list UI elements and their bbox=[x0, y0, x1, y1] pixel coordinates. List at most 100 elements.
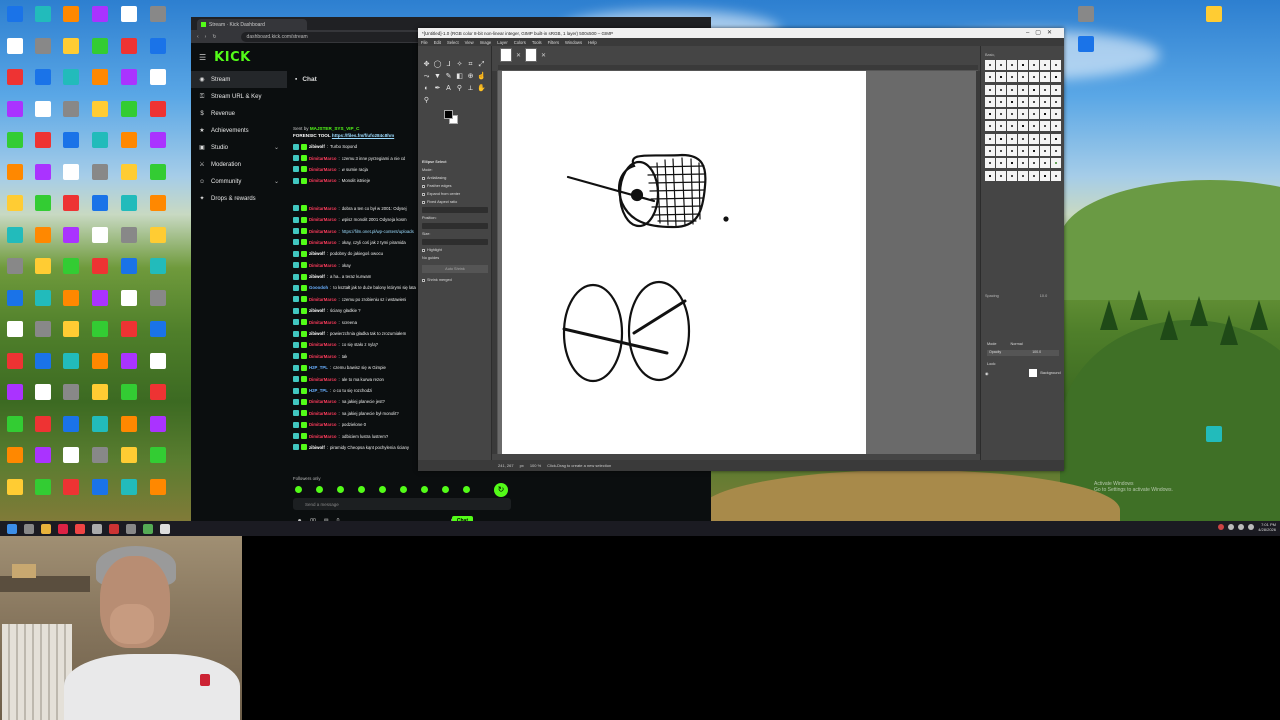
chat-username[interactable]: H2P_TPL bbox=[309, 365, 328, 370]
zoom-select[interactable]: 100 % bbox=[530, 463, 541, 468]
desktop-shortcut-icon[interactable] bbox=[146, 226, 170, 257]
desktop-shortcut-icon[interactable] bbox=[31, 289, 55, 320]
sidebar-item[interactable]: ☺ Community ⌄ bbox=[191, 173, 287, 190]
aspect-field[interactable] bbox=[422, 207, 488, 213]
brush-preset-icon[interactable] bbox=[1029, 146, 1039, 157]
file-explorer-icon[interactable] bbox=[41, 523, 51, 534]
chat-username[interactable]: H2P_TPL bbox=[309, 388, 328, 393]
desktop-shortcut-icon[interactable] bbox=[88, 384, 112, 414]
desktop-shortcut-icon[interactable] bbox=[146, 289, 170, 320]
brush-preset-icon[interactable] bbox=[1018, 96, 1028, 107]
emote-icon[interactable] bbox=[337, 485, 344, 493]
desktop-shortcut-icon[interactable] bbox=[31, 321, 55, 351]
brush-preset-icon[interactable] bbox=[1029, 72, 1039, 83]
emote-icon[interactable] bbox=[316, 485, 323, 493]
brush-preset-icon[interactable] bbox=[1029, 109, 1039, 120]
sidebar-item[interactable]: ★ Achievements bbox=[191, 122, 287, 139]
desktop-shortcut-icon[interactable] bbox=[88, 163, 112, 194]
search-icon[interactable] bbox=[24, 523, 34, 534]
refresh-icon[interactable]: ↻ bbox=[494, 483, 508, 497]
desktop-shortcut-icon[interactable] bbox=[3, 69, 27, 99]
brush-preset-icon[interactable] bbox=[1018, 158, 1028, 169]
color-picker-icon[interactable]: ⚲ bbox=[455, 84, 464, 93]
menu-item-select[interactable]: Select bbox=[447, 40, 459, 45]
desktop-shortcut-icon[interactable] bbox=[146, 37, 170, 68]
desktop-shortcut-icon[interactable] bbox=[117, 100, 141, 131]
measure-icon[interactable]: ⟂ bbox=[466, 84, 475, 93]
warp-icon[interactable]: ⤳ bbox=[422, 72, 431, 81]
menu-item-view[interactable]: View bbox=[465, 40, 474, 45]
desktop-shortcut-icon[interactable] bbox=[88, 447, 112, 477]
brush-preset-icon[interactable] bbox=[1007, 96, 1017, 107]
desktop-shortcut-icon[interactable] bbox=[59, 478, 83, 509]
desktop-shortcut-icon[interactable] bbox=[3, 226, 27, 257]
brush-preset-icon[interactable] bbox=[1007, 121, 1017, 132]
unified-transform-icon[interactable]: ⤢ bbox=[477, 60, 486, 69]
image-tab-thumbnail[interactable] bbox=[525, 48, 538, 62]
chat-username[interactable]: DimitarMarco bbox=[309, 354, 336, 359]
chat-username[interactable]: DimitarMarco bbox=[309, 206, 336, 211]
chat-input[interactable]: Send a message bbox=[293, 498, 511, 510]
brush-preset-icon[interactable] bbox=[1040, 109, 1050, 120]
chat-username[interactable]: DimitarMarco bbox=[309, 297, 336, 302]
position-field[interactable] bbox=[422, 223, 488, 229]
brush-preset-icon[interactable] bbox=[996, 158, 1006, 169]
desktop-shortcut-icon[interactable] bbox=[31, 69, 55, 99]
opacity-slider[interactable]: Opacity 100.0 bbox=[987, 350, 1059, 356]
fixed-aspect-option[interactable]: Fixed Aspect ratio bbox=[418, 198, 492, 206]
eye-icon[interactable]: ◉ bbox=[985, 371, 988, 376]
desktop-shortcut-icon[interactable] bbox=[59, 37, 83, 68]
emote-icon[interactable] bbox=[463, 485, 470, 493]
expand-checkbox[interactable] bbox=[422, 192, 425, 196]
brush-preset-icon[interactable] bbox=[1029, 60, 1039, 70]
brush-preset-icon[interactable] bbox=[1040, 121, 1050, 132]
desktop-shortcut-icon[interactable] bbox=[31, 258, 55, 288]
menu-icon[interactable]: ☰ bbox=[199, 53, 206, 62]
brush-preset-icon[interactable] bbox=[1029, 84, 1039, 95]
desktop-shortcut-icon[interactable] bbox=[3, 384, 27, 414]
brush-preset-icon[interactable] bbox=[1029, 170, 1039, 181]
desktop-shortcut-icon[interactable] bbox=[1202, 426, 1226, 456]
brush-preset-icon[interactable] bbox=[1040, 72, 1050, 83]
highlight-checkbox[interactable] bbox=[422, 248, 425, 252]
fg-bg-colors[interactable] bbox=[444, 110, 458, 124]
brush-preset-icon[interactable] bbox=[1040, 133, 1050, 144]
app-icon[interactable] bbox=[143, 523, 153, 534]
brush-preset-icon[interactable] bbox=[1007, 146, 1017, 157]
brush-preset-icon[interactable] bbox=[1051, 170, 1061, 181]
close-icon[interactable]: ✕ bbox=[516, 52, 521, 59]
size-field[interactable] bbox=[422, 239, 488, 245]
desktop-shortcut-icon[interactable] bbox=[146, 163, 170, 194]
brush-preset-icon[interactable] bbox=[1007, 60, 1017, 70]
desktop-shortcut-icon[interactable] bbox=[117, 163, 141, 194]
unit-select[interactable]: px bbox=[520, 463, 524, 468]
desktop-shortcut-icon[interactable] bbox=[117, 195, 141, 225]
desktop-shortcut-icon[interactable] bbox=[117, 258, 141, 288]
desktop-shortcut-icon[interactable] bbox=[31, 132, 55, 162]
desktop-shortcut-icon[interactable] bbox=[146, 258, 170, 288]
smudge-icon[interactable]: ☝ bbox=[477, 72, 486, 81]
brush-preset-icon[interactable] bbox=[985, 60, 995, 70]
menu-item-windows[interactable]: Windows bbox=[565, 40, 582, 45]
desktop-shortcut-icon[interactable] bbox=[117, 415, 141, 446]
desktop-shortcut-icon[interactable] bbox=[3, 321, 27, 351]
chat-username[interactable]: zibiwolf bbox=[309, 308, 325, 313]
brush-preset-icon[interactable] bbox=[996, 96, 1006, 107]
desktop-shortcut-icon[interactable] bbox=[88, 195, 112, 225]
chat-username[interactable]: DimitarMarco bbox=[309, 377, 336, 382]
move-tool-icon[interactable]: ✥ bbox=[422, 60, 431, 69]
sidebar-item[interactable]: ⚿ Stream URL & Key bbox=[191, 88, 287, 105]
desktop-shortcut-icon[interactable] bbox=[146, 352, 170, 383]
chevron-down-icon[interactable]: ⌄ bbox=[274, 178, 279, 185]
taskbar-clock[interactable]: 7:01 PM 4/28/2026 bbox=[1258, 522, 1276, 532]
brush-preset-icon[interactable] bbox=[1051, 96, 1061, 107]
image-tab-thumbnail[interactable] bbox=[500, 48, 512, 62]
desktop-shortcut-icon[interactable] bbox=[59, 321, 83, 351]
desktop-shortcut-icon[interactable] bbox=[117, 69, 141, 99]
desktop-shortcut-icon[interactable] bbox=[146, 6, 170, 36]
auto-shrink-button[interactable]: Auto Shrink bbox=[422, 265, 488, 273]
brush-preset-icon[interactable] bbox=[996, 60, 1006, 70]
reload-icon[interactable]: ↻ bbox=[212, 34, 216, 40]
desktop-shortcut-icon[interactable] bbox=[117, 352, 141, 383]
desktop-shortcut-icon[interactable] bbox=[117, 478, 141, 509]
